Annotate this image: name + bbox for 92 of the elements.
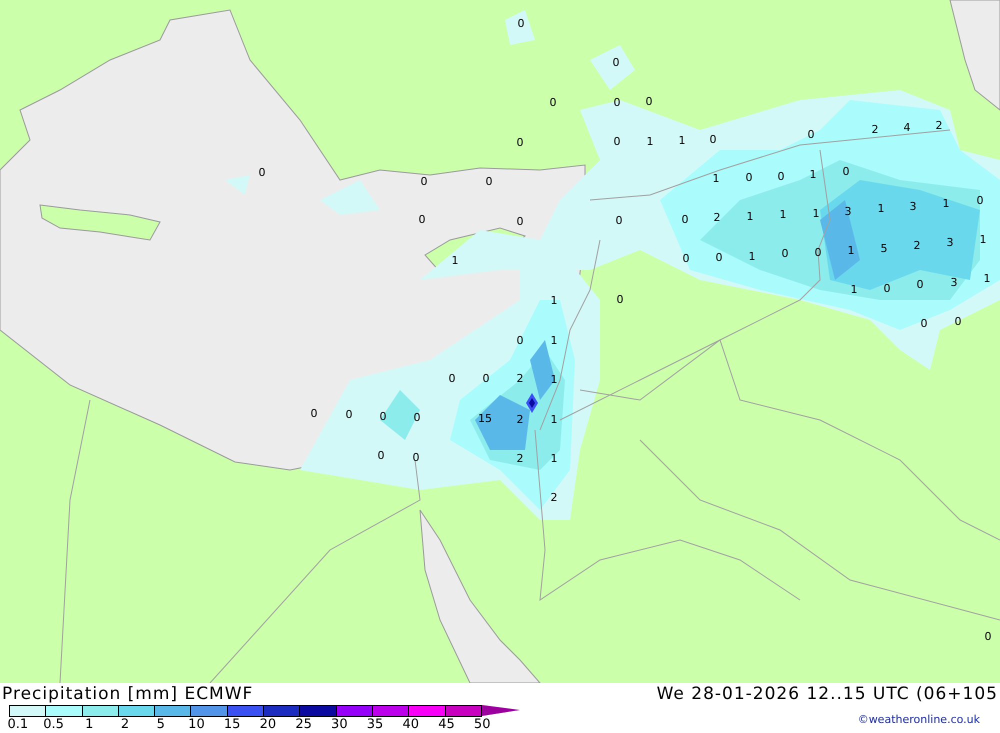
precipitation-value: 1 xyxy=(748,250,756,263)
precipitation-value: 0 xyxy=(482,372,490,385)
precipitation-value: 0 xyxy=(782,247,788,260)
precipitation-value: 1 xyxy=(780,208,786,221)
precipitation-value: 1 xyxy=(550,413,558,426)
precipitation-value: 0 xyxy=(346,408,352,421)
precipitation-value: 0 xyxy=(414,411,420,424)
scale-label: 15 xyxy=(222,717,242,732)
precipitation-value: 4 xyxy=(904,121,910,134)
precipitation-value: 1 xyxy=(678,134,686,147)
scale-label: 0.1 xyxy=(6,717,30,732)
precipitation-value: 1 xyxy=(848,244,854,257)
precipitation-value: 0 xyxy=(920,317,928,330)
precipitation-value: 0 xyxy=(378,449,384,462)
precipitation-value: 2 xyxy=(516,413,524,426)
precipitation-value: 1 xyxy=(850,283,858,296)
precipitation-value: 0 xyxy=(420,175,428,188)
precipitation-value: 1 xyxy=(984,272,990,285)
scale-label: 35 xyxy=(366,717,384,732)
precipitation-value: 0 xyxy=(550,96,556,109)
precipitation-value: 1 xyxy=(812,207,820,220)
precipitation-value: 0 xyxy=(916,278,924,291)
scale-label: 30 xyxy=(330,717,349,732)
precipitation-value: 3 xyxy=(950,276,958,289)
precipitation-value: 0 xyxy=(814,246,822,259)
precipitation-value: 2 xyxy=(550,491,558,504)
precipitation-value: 0 xyxy=(612,56,620,69)
precipitation-value: 0 xyxy=(682,213,688,226)
scale-label: 20 xyxy=(258,717,278,732)
precipitation-value: 1 xyxy=(878,202,884,215)
map-title: Precipitation [mm] ECMWF xyxy=(1,684,254,704)
precipitation-value: 1 xyxy=(550,373,558,386)
credit-link[interactable]: ©weatheronline.co.uk xyxy=(858,705,1000,726)
scale-label: 25 xyxy=(294,717,313,732)
precipitation-value: 0 xyxy=(380,410,386,423)
precipitation-value: 2 xyxy=(516,372,524,385)
precipitation-value: 1 xyxy=(646,135,654,148)
precipitation-value: 0 xyxy=(448,372,456,385)
precipitation-value: 2 xyxy=(516,452,524,465)
precipitation-value: 5 xyxy=(880,242,888,255)
precipitation-value: 0 xyxy=(614,96,620,109)
precipitation-value: 0 xyxy=(616,214,622,227)
scale-label: 10 xyxy=(187,717,206,732)
precipitation-value: 1 xyxy=(810,168,816,181)
precipitation-value: 0 xyxy=(984,630,992,643)
scale-label: 0.5 xyxy=(42,717,65,732)
precipitation-value: 0 xyxy=(614,135,620,148)
precipitation-value: 0 xyxy=(518,17,524,30)
precipitation-value: 0 xyxy=(516,215,524,228)
precipitation-value: 1 xyxy=(550,452,558,465)
precipitation-value: 0 xyxy=(516,136,524,149)
precipitation-value: 2 xyxy=(936,119,942,132)
precipitation-value: 15 xyxy=(478,412,492,425)
scale-label: 2 xyxy=(120,717,130,732)
precipitation-value: 1 xyxy=(942,197,950,210)
precipitation-value: 0 xyxy=(516,334,524,347)
precipitation-value: 3 xyxy=(844,205,852,218)
precipitation-value: 0 xyxy=(646,95,652,108)
precipitation-value: 0 xyxy=(418,213,426,226)
scale-arrow-icon xyxy=(482,705,520,717)
precipitation-value: 1 xyxy=(550,334,558,347)
precipitation-value: 0 xyxy=(682,252,690,265)
precipitation-value: 1 xyxy=(550,294,558,307)
precipitation-value: 3 xyxy=(946,236,954,249)
precipitation-value: 0 xyxy=(884,282,890,295)
precipitation-value: 2 xyxy=(914,239,920,252)
precipitation-value: 0 xyxy=(412,451,420,464)
precipitation-value: 3 xyxy=(910,200,916,213)
precipitation-value: 2 xyxy=(714,211,720,224)
valid-time: We 28-01-2026 12..15 UTC (06+105 xyxy=(656,684,998,704)
precipitation-value: 1 xyxy=(712,172,720,185)
precipitation-value: 0 xyxy=(310,407,318,420)
precipitation-value: 0 xyxy=(976,194,984,207)
precipitation-value: 0 xyxy=(486,175,492,188)
scale-label: 50 xyxy=(472,717,492,732)
precipitation-value: 0 xyxy=(778,170,784,183)
precipitation-value: 1 xyxy=(746,210,754,223)
precipitation-value: 0 xyxy=(954,315,962,328)
precipitation-value: 0 xyxy=(616,293,624,306)
scale-label: 40 xyxy=(401,717,420,732)
precipitation-value: 1 xyxy=(980,233,986,246)
precipitation-value: 2 xyxy=(872,123,878,136)
precipitation-value: 0 xyxy=(842,165,850,178)
scale-label: 45 xyxy=(437,717,456,732)
precipitation-value: 1 xyxy=(452,254,458,267)
scale-label: 5 xyxy=(156,717,166,732)
precipitation-value: 0 xyxy=(258,166,266,179)
scale-label: 1 xyxy=(84,717,94,732)
precipitation-value: 0 xyxy=(710,133,716,146)
precipitation-value: 0 xyxy=(808,128,814,141)
precipitation-value: 0 xyxy=(746,171,752,184)
precipitation-value: 0 xyxy=(716,251,722,264)
